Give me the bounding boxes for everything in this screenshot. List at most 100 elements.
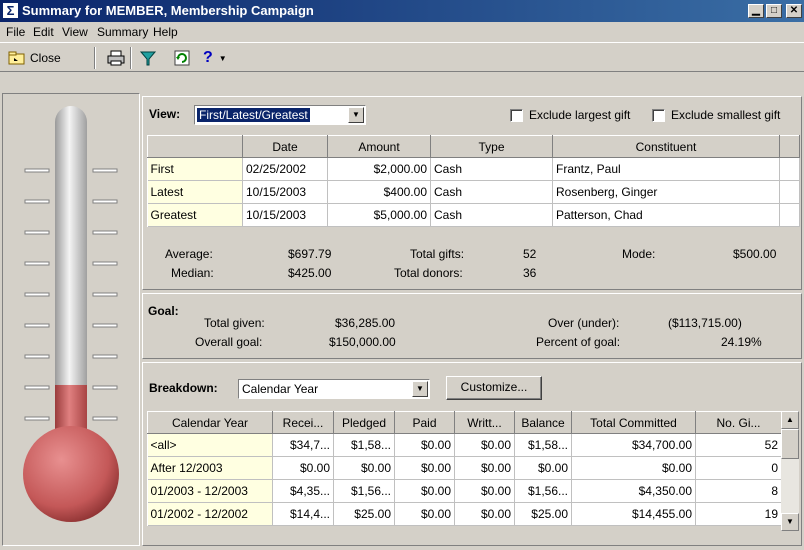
table-row[interactable]: First 02/25/2002 $2,000.00 Cash Frantz, …	[147, 157, 800, 181]
table-row[interactable]: <all> $34,7... $1,58... $0.00 $0.00 $1,5…	[147, 433, 782, 457]
col-header-total-committed[interactable]: Total Committed	[571, 411, 696, 434]
breakdown-scrollbar[interactable]: ▲ ▼	[781, 411, 799, 531]
cell-date: 10/15/2003	[242, 203, 328, 227]
thermometer-tick	[92, 292, 118, 297]
col-header-row	[147, 135, 243, 158]
thermometer-tick	[24, 354, 50, 359]
breakdown-select-value: Calendar Year	[242, 382, 319, 396]
chevron-down-icon[interactable]: ▼	[348, 107, 364, 123]
col-header-balance[interactable]: Balance	[514, 411, 572, 434]
mode-value: $500.00	[733, 247, 777, 261]
total-gifts-label: Total gifts:	[410, 247, 465, 261]
view-select[interactable]: First/Latest/Greatest ▼	[194, 105, 366, 125]
cell-received: $4,35...	[272, 479, 334, 503]
median-label: Median:	[171, 266, 214, 280]
menu-file[interactable]: File	[6, 25, 25, 39]
cell-pledged: $0.00	[333, 456, 395, 480]
thermometer-tick	[24, 230, 50, 235]
breakdown-panel: Breakdown: Calendar Year ▼ Customize... …	[142, 362, 802, 546]
exclude-largest-label: Exclude largest gift	[529, 108, 631, 122]
close-window-button[interactable]: ✕	[786, 4, 802, 18]
cell-no-gifts: 0	[695, 456, 782, 480]
breakdown-label: Breakdown:	[149, 381, 218, 395]
cell-constituent: Patterson, Chad	[552, 203, 780, 227]
col-header-calendar-year[interactable]: Calendar Year	[147, 411, 273, 434]
total-gifts-value: 52	[523, 247, 537, 261]
chevron-down-icon: ▼	[218, 53, 227, 63]
thermometer-tick	[24, 199, 50, 204]
maximize-button[interactable]: □	[766, 4, 782, 18]
exclude-smallest-checkbox[interactable]	[652, 109, 665, 122]
cell-written-off: $0.00	[454, 433, 515, 457]
breakdown-select[interactable]: Calendar Year ▼	[238, 379, 430, 399]
total-given-value: $36,285.00	[335, 316, 396, 330]
menu-edit[interactable]: Edit	[33, 25, 54, 39]
row-label: 01/2002 - 12/2002	[147, 502, 273, 526]
customize-button[interactable]: Customize...	[446, 376, 542, 400]
scroll-up-icon[interactable]: ▲	[781, 411, 799, 429]
thermometer-tick	[24, 323, 50, 328]
thermometer-bulb	[23, 426, 119, 522]
cell-pledged: $1,56...	[333, 479, 395, 503]
filter-button[interactable]	[136, 47, 160, 69]
chevron-down-icon[interactable]: ▼	[412, 381, 428, 397]
over-under-value: ($113,715.00)	[668, 316, 742, 330]
cell-date: 02/25/2002	[242, 157, 328, 181]
help-icon: ?	[203, 49, 213, 66]
cell-amount: $2,000.00	[327, 157, 431, 181]
thermometer-tick	[92, 416, 118, 421]
row-label: Latest	[147, 180, 243, 204]
sigma-icon: Σ	[3, 3, 18, 18]
filter-icon	[139, 51, 157, 66]
table-row[interactable]: 01/2003 - 12/2003 $4,35... $1,56... $0.0…	[147, 479, 782, 503]
col-header-pledged[interactable]: Pledged	[333, 411, 395, 434]
cell-type: Cash	[430, 157, 553, 181]
print-button[interactable]	[104, 47, 128, 69]
overall-goal-value: $150,000.00	[329, 335, 396, 349]
cell-type: Cash	[430, 203, 553, 227]
toolbar: Close ? ▼	[0, 42, 804, 72]
minimize-button[interactable]: ▁	[748, 4, 764, 18]
cell-paid: $0.00	[394, 502, 455, 526]
col-header-written-off[interactable]: Writt...	[454, 411, 515, 434]
help-button[interactable]: ? ▼	[203, 47, 237, 69]
cell-constituent: Rosenberg, Ginger	[552, 180, 780, 204]
col-header-no-gifts[interactable]: No. Gi...	[695, 411, 782, 434]
cell-total-committed: $34,700.00	[571, 433, 696, 457]
title-bar[interactable]: Σ Summary for MEMBER, Membership Campaig…	[0, 0, 804, 22]
menu-summary[interactable]: Summary	[97, 25, 148, 39]
average-value: $697.79	[288, 247, 332, 261]
row-label: Greatest	[147, 203, 243, 227]
row-label: 01/2003 - 12/2003	[147, 479, 273, 503]
col-header-constituent[interactable]: Constituent	[552, 135, 780, 158]
col-header-received[interactable]: Recei...	[272, 411, 334, 434]
thermometer-tick	[24, 292, 50, 297]
scroll-down-icon[interactable]: ▼	[781, 513, 799, 531]
col-header-paid[interactable]: Paid	[394, 411, 455, 434]
scroll-thumb[interactable]	[781, 429, 799, 459]
exclude-largest-checkbox[interactable]	[510, 109, 523, 122]
cell-balance: $1,58...	[514, 433, 572, 457]
close-button[interactable]: Close	[8, 47, 70, 69]
table-row[interactable]: 01/2002 - 12/2002 $14,4... $25.00 $0.00 …	[147, 502, 782, 526]
thermometer-tick	[24, 416, 50, 421]
table-row[interactable]: After 12/2003 $0.00 $0.00 $0.00 $0.00 $0…	[147, 456, 782, 480]
menu-help[interactable]: Help	[153, 25, 178, 39]
cell-no-gifts: 19	[695, 502, 782, 526]
col-header-type[interactable]: Type	[430, 135, 553, 158]
menu-view[interactable]: View	[62, 25, 88, 39]
total-donors-value: 36	[523, 266, 537, 280]
percent-of-goal-label: Percent of goal:	[536, 335, 621, 349]
table-row[interactable]: Latest 10/15/2003 $400.00 Cash Rosenberg…	[147, 180, 800, 204]
col-header-date[interactable]: Date	[242, 135, 328, 158]
total-given-label: Total given:	[204, 316, 265, 330]
thermometer-tick	[92, 261, 118, 266]
col-header-amount[interactable]: Amount	[327, 135, 431, 158]
cell-constituent: Frantz, Paul	[552, 157, 780, 181]
gift-summary-table: Date Amount Type Constituent First 02/25…	[147, 135, 800, 227]
view-label: View:	[149, 107, 181, 121]
thermometer-tick	[92, 199, 118, 204]
table-row[interactable]: Greatest 10/15/2003 $5,000.00 Cash Patte…	[147, 203, 800, 227]
refresh-button[interactable]	[170, 47, 194, 69]
thermometer-tick	[24, 261, 50, 266]
